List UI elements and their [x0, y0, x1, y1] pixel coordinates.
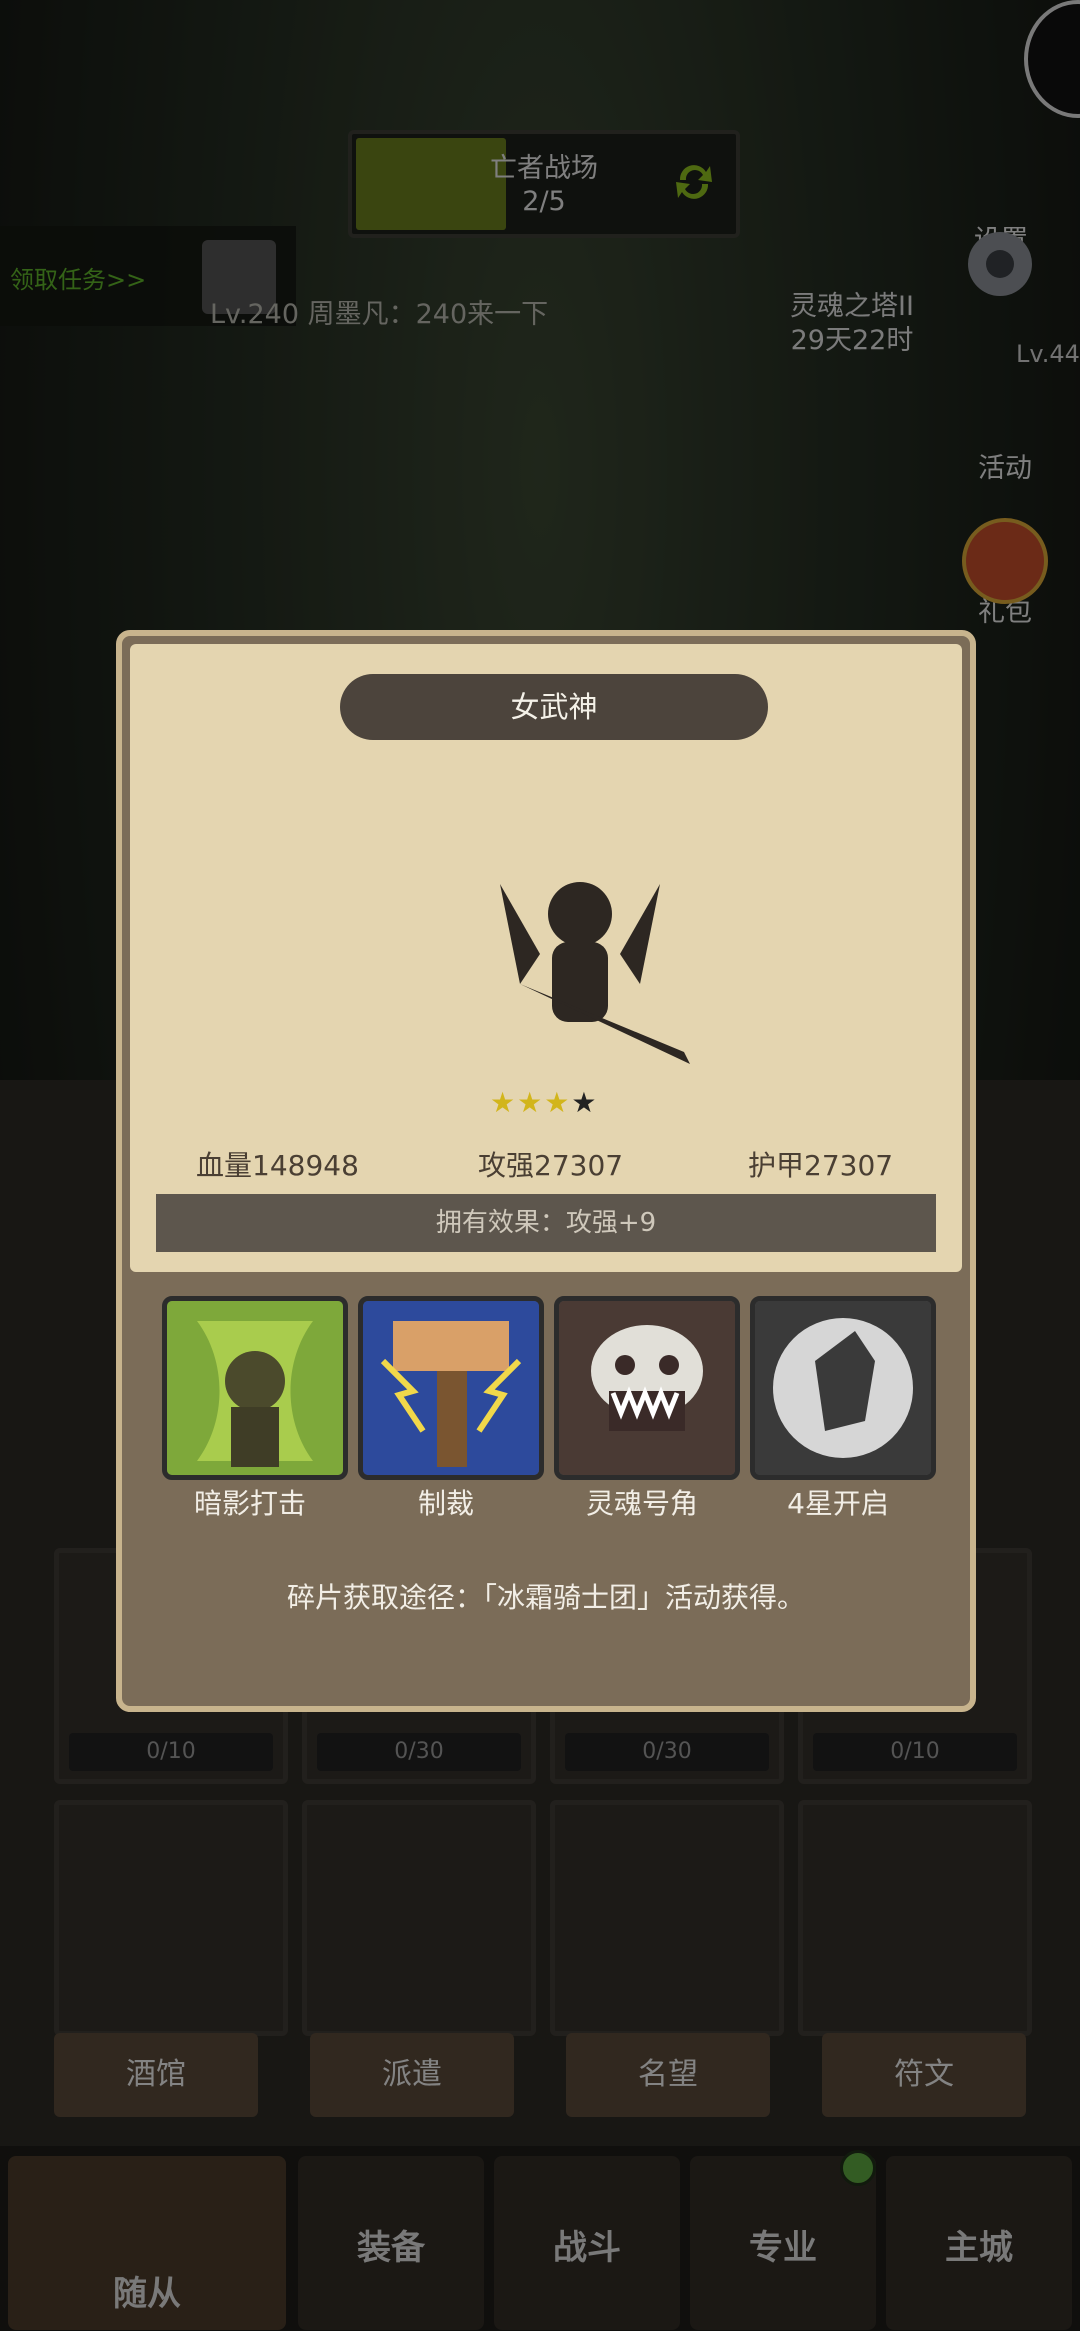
skill-shadow-strike[interactable] [162, 1296, 348, 1480]
skill-label: 暗影打击 [193, 1487, 306, 1520]
skill-soul-horn[interactable] [554, 1296, 740, 1480]
shadow-strike-icon [167, 1301, 343, 1475]
skill-4star-unlock[interactable] [750, 1296, 936, 1480]
star-filled-icon: ★ [517, 1086, 545, 1119]
star-rating: ★★★★ [490, 1086, 598, 1119]
owned-effect: 拥有效果：攻强+9 [156, 1194, 936, 1252]
skill-label: 灵魂号角 [585, 1487, 698, 1520]
hero-detail-modal: 女武神 ★★★★ 血量148948 攻强27307 护甲27307 拥有效果：攻… [116, 630, 976, 1712]
hp-stat: 血量148948 [196, 1149, 359, 1182]
skill-sanction[interactable] [358, 1296, 544, 1480]
star-empty-icon: ★ [571, 1086, 599, 1119]
fragment-source-text: 碎片获取途径：「冰霜骑士团」活动获得。 [286, 1581, 805, 1614]
valkyrie-silhouette-icon [500, 882, 690, 1064]
star-filled-icon: ★ [544, 1086, 572, 1119]
star-filled-icon: ★ [490, 1086, 518, 1119]
armor-stat: 护甲27307 [748, 1149, 894, 1182]
locked-fist-icon [755, 1301, 931, 1475]
skill-label: 制裁 [417, 1487, 474, 1520]
hero-name: 女武神 [340, 674, 768, 740]
attack-stat: 攻强27307 [478, 1149, 624, 1182]
skill-label: 4星开启 [787, 1487, 889, 1520]
hammer-icon [363, 1301, 539, 1475]
hero-info-panel: 女武神 ★★★★ 血量148948 攻强27307 护甲27307 拥有效果：攻… [130, 644, 962, 1272]
skull-horn-icon [559, 1301, 735, 1475]
